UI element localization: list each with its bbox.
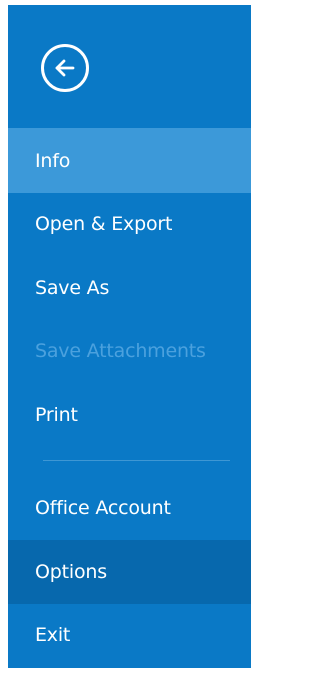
- back-button[interactable]: [41, 44, 89, 92]
- nav-item-info[interactable]: Info: [8, 128, 251, 193]
- nav-item-label: Exit: [35, 624, 71, 646]
- nav-item-label: Print: [35, 404, 78, 426]
- nav-item-print[interactable]: Print: [8, 390, 251, 440]
- nav-item-label: Save As: [35, 277, 110, 299]
- nav-item-label: Open & Export: [35, 213, 173, 235]
- nav-item-label: Office Account: [35, 497, 171, 519]
- nav-item-open-export[interactable]: Open & Export: [8, 199, 251, 249]
- nav-item-save-as[interactable]: Save As: [8, 263, 251, 313]
- nav-item-exit[interactable]: Exit: [8, 610, 251, 660]
- nav-item-label: Save Attachments: [35, 340, 206, 362]
- nav-item-office-account[interactable]: Office Account: [8, 483, 251, 533]
- nav-item-options[interactable]: Options: [8, 540, 251, 604]
- back-arrow-icon: [55, 59, 75, 77]
- nav-item-label: Info: [35, 149, 71, 172]
- nav-item-save-attachments: Save Attachments: [8, 326, 251, 376]
- nav-item-label: Options: [35, 561, 107, 583]
- backstage-nav: Info Open & Export Save As Save Attachme…: [8, 5, 251, 668]
- menu-separator: [43, 460, 230, 461]
